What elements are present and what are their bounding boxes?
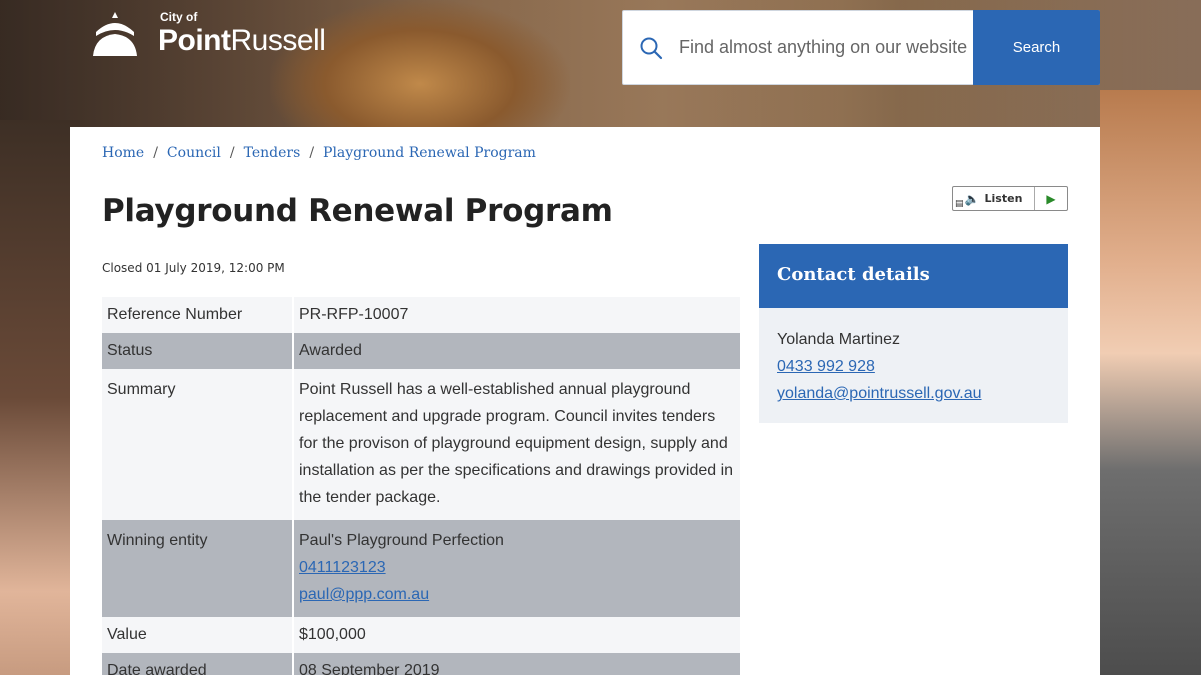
row-value: Awarded (293, 333, 740, 369)
row-value: Paul's Playground Perfection 0411123123 … (293, 520, 740, 617)
winning-entity-email-link[interactable]: paul@ppp.com.au (299, 586, 429, 603)
listen-button[interactable]: ▤ 🔈 Listen (953, 187, 1035, 210)
breadcrumb: Home / Council / Tenders / Playground Re… (102, 145, 536, 161)
breadcrumb-separator: / (309, 145, 315, 161)
breadcrumb-separator: / (153, 145, 158, 161)
contact-name: Yolanda Martinez (777, 331, 901, 348)
search-button[interactable]: Search (973, 10, 1100, 85)
contact-heading: Contact details (759, 244, 1068, 308)
table-row: Summary Point Russell has a well-establi… (102, 369, 740, 520)
play-icon[interactable]: ▶ (1035, 187, 1067, 210)
site-logo[interactable]: City of PointRussell (92, 10, 326, 58)
logo-mark-icon (92, 10, 138, 58)
menu-icon[interactable]: ▤ (955, 200, 964, 209)
row-key: Reference Number (102, 297, 294, 333)
hero-photo-right (1100, 90, 1201, 675)
hero-photo-left (0, 120, 80, 675)
table-row: Status Awarded (102, 333, 740, 369)
contact-phone-link[interactable]: 0433 992 928 (777, 353, 1050, 380)
search-input[interactable] (679, 11, 973, 84)
table-row: Winning entity Paul's Playground Perfect… (102, 520, 740, 617)
row-key: Status (102, 333, 294, 369)
main-content: Home / Council / Tenders / Playground Re… (70, 127, 1100, 675)
breadcrumb-council[interactable]: Council (167, 145, 221, 161)
listen-label: Listen (984, 192, 1023, 205)
breadcrumb-home[interactable]: Home (102, 145, 144, 161)
table-row: Value $100,000 (102, 617, 740, 653)
row-key: Winning entity (102, 520, 294, 617)
listen-widget: ▤ 🔈 Listen ▶ (952, 186, 1068, 211)
winning-entity-phone-link[interactable]: 0411123123 (299, 559, 386, 576)
search-icon (623, 11, 679, 84)
breadcrumb-current[interactable]: Playground Renewal Program (323, 145, 536, 161)
page-title: Playground Renewal Program (102, 193, 613, 229)
row-key: Summary (102, 369, 294, 520)
logo-small-text: City of (160, 10, 198, 24)
closed-date: Closed 01 July 2019, 12:00 PM (102, 261, 285, 275)
row-value: PR-RFP-10007 (293, 297, 740, 333)
speaker-icon: 🔈 (964, 191, 980, 206)
breadcrumb-tenders[interactable]: Tenders (244, 145, 301, 161)
tender-details-table: Reference Number PR-RFP-10007 Status Awa… (102, 297, 740, 675)
contact-details-card: Contact details Yolanda Martinez 0433 99… (759, 244, 1068, 423)
table-row: Date awarded 08 September 2019 (102, 653, 740, 675)
breadcrumb-separator: / (229, 145, 235, 161)
logo-name: PointRussell (158, 24, 326, 57)
table-row: Reference Number PR-RFP-10007 (102, 297, 740, 333)
row-value: $100,000 (293, 617, 740, 653)
row-key: Value (102, 617, 294, 653)
row-key: Date awarded (102, 653, 294, 675)
winning-entity-name: Paul's Playground Perfection (299, 532, 504, 549)
row-value: Point Russell has a well-established ann… (293, 369, 740, 520)
contact-body: Yolanda Martinez 0433 992 928 yolanda@po… (759, 308, 1068, 423)
contact-email-link[interactable]: yolanda@pointrussell.gov.au (777, 380, 1050, 407)
row-value: 08 September 2019 (293, 653, 740, 675)
site-search: Search (622, 10, 1100, 85)
